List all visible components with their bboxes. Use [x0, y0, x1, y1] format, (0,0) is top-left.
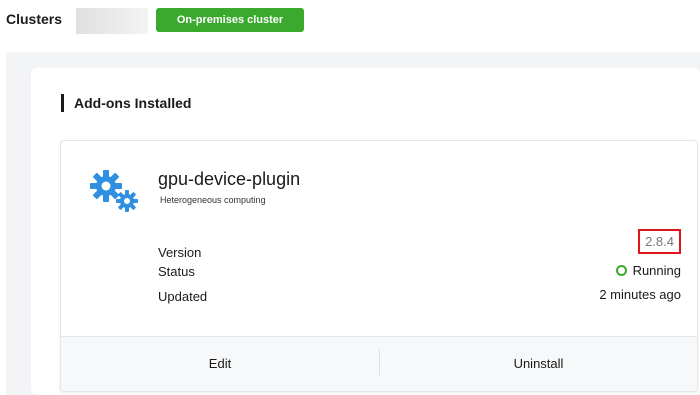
- status-label: Status: [158, 264, 195, 279]
- status-value: Running: [632, 263, 681, 278]
- uninstall-button[interactable]: Uninstall: [380, 337, 697, 391]
- cluster-type-badge: On-premises cluster: [156, 8, 304, 32]
- addons-panel: Add-ons Installed gpu-device-plugin Hete…: [31, 68, 700, 395]
- version-value: 2.8.4: [638, 229, 681, 254]
- updated-label: Updated: [158, 289, 208, 304]
- edit-button[interactable]: Edit: [61, 337, 379, 391]
- addon-card: gpu-device-plugin Heterogeneous computin…: [60, 140, 698, 392]
- page: Clusters On-premises cluster Add-ons Ins…: [0, 0, 700, 395]
- updated-value: 2 minutes ago: [599, 287, 681, 302]
- status-indicator: Running: [615, 263, 681, 278]
- content-area: Add-ons Installed gpu-device-plugin Hete…: [6, 52, 700, 395]
- section-title-bar: [61, 94, 64, 112]
- addon-card-actions: Edit Uninstall: [61, 336, 697, 391]
- version-label: Version: [158, 245, 202, 260]
- cluster-name-redacted[interactable]: [76, 8, 148, 34]
- page-title: Clusters: [6, 11, 63, 27]
- addon-name: gpu-device-plugin: [158, 169, 301, 189]
- gears-icon: [87, 167, 147, 217]
- status-running-icon: [615, 265, 627, 276]
- top-bar: Clusters On-premises cluster: [0, 0, 700, 50]
- addon-description: Heterogeneous computing: [160, 195, 266, 205]
- section-title: Add-ons Installed: [74, 95, 192, 111]
